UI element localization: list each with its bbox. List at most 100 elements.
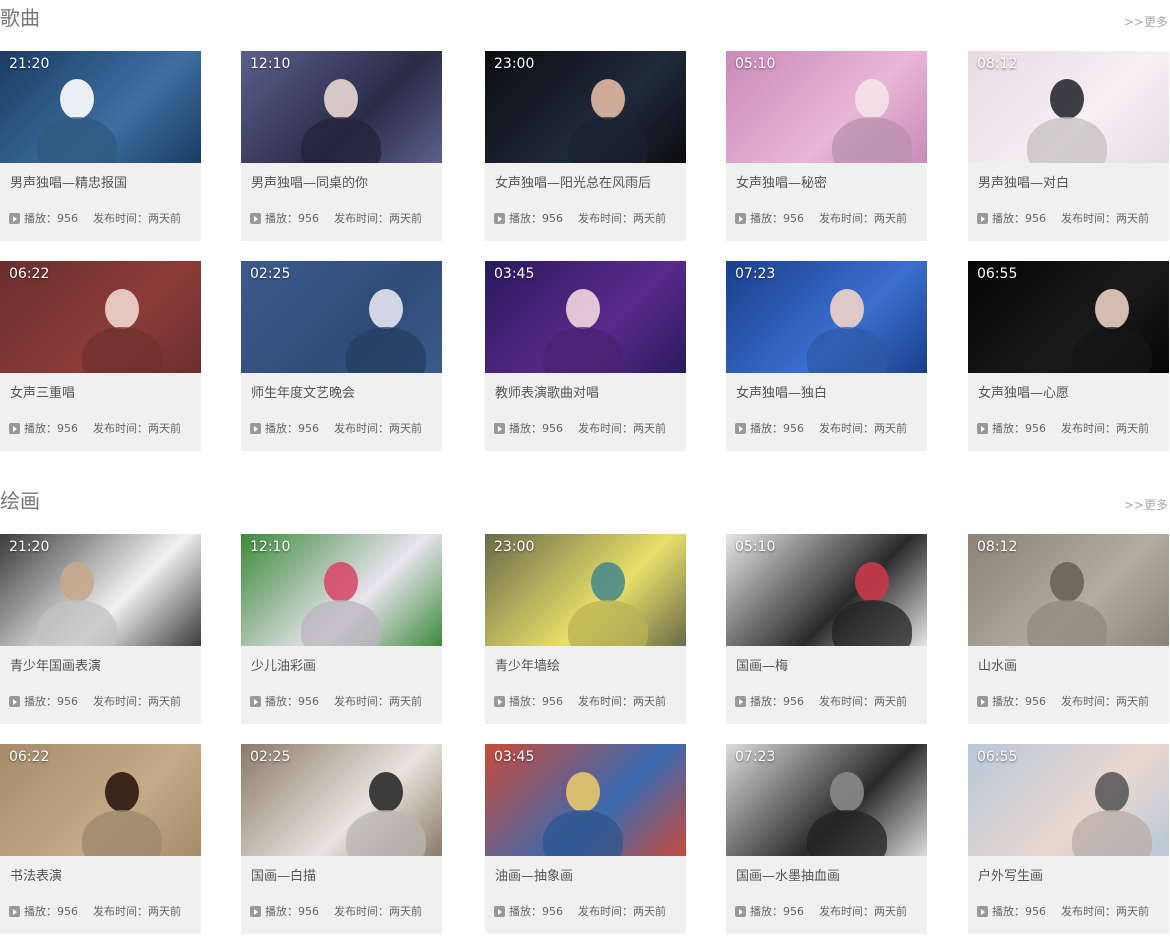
thumbnail[interactable]: 06:55	[968, 744, 1169, 856]
publish-time: 发布时间：两天前	[1061, 695, 1149, 708]
publish-time: 发布时间：两天前	[819, 212, 907, 225]
video-title[interactable]: 青少年墙绘	[495, 659, 560, 675]
video-title[interactable]: 教师表演歌曲对唱	[495, 386, 599, 402]
video-card[interactable]: 06:55 女声独唱—心愿 播放：956 发布时间：两天前	[968, 261, 1169, 451]
video-card[interactable]: 05:10 女声独唱—秘密播放：956 发布时间：两天前	[726, 51, 927, 241]
thumbnail[interactable]: 07:23	[726, 261, 927, 373]
duration-label: 03:45	[494, 266, 535, 282]
publish-time: 发布时间：两天前	[93, 212, 181, 225]
thumbnail-subject	[855, 79, 889, 119]
video-title[interactable]: 少儿油彩画	[251, 659, 316, 675]
video-title[interactable]: 女声独唱—阳光总在风雨后	[495, 176, 651, 192]
thumbnail[interactable]: 08:12	[968, 534, 1169, 646]
duration-label: 23:00	[494, 56, 535, 72]
video-card[interactable]: 02:25 师生年度文艺晚会 播放：956 发布时间：两天前	[241, 261, 442, 451]
duration-label: 02:25	[250, 749, 291, 765]
video-title[interactable]: 男声独唱—对白	[978, 176, 1069, 192]
thumbnail[interactable]: 07:23	[726, 744, 927, 856]
publish-time: 发布时间：两天前	[819, 695, 907, 708]
thumbnail[interactable]: 06:22	[0, 744, 201, 856]
thumbnail[interactable]: 21:20	[0, 51, 201, 163]
thumbnail[interactable]: 23:00	[485, 51, 686, 163]
video-title[interactable]: 女声独唱—独白	[736, 386, 827, 402]
video-title[interactable]: 女声独唱—心愿	[978, 386, 1069, 402]
video-card[interactable]: 03:45 油画—抽象画 播放：956 发布时间：两天前	[485, 744, 686, 934]
thumbnail[interactable]: 08:12	[968, 51, 1169, 163]
video-card[interactable]: 02:25 国画—白描 播放：956 发布时间：两天前	[241, 744, 442, 934]
video-card[interactable]: 06:22 女声三重唱播放：956 发布时间：两天前	[0, 261, 201, 451]
video-card[interactable]: 06:22 书法表演播放：956 发布时间：两天前	[0, 744, 201, 934]
thumbnail-subject	[1050, 562, 1084, 602]
video-card[interactable]: 07:23 国画—水墨抽血画播放：956 发布时间：两天前	[726, 744, 927, 934]
duration-label: 21:20	[9, 56, 50, 72]
video-title[interactable]: 男声独唱—同桌的你	[251, 176, 368, 192]
video-title[interactable]: 油画—抽象画	[495, 869, 573, 885]
thumbnail[interactable]: 05:10	[726, 51, 927, 163]
publish-time: 发布时间：两天前	[819, 422, 907, 435]
video-meta: 播放：956 发布时间：两天前	[494, 695, 666, 708]
video-card[interactable]: 06:55 户外写生画 播放：956 发布时间：两天前	[968, 744, 1169, 934]
video-meta: 播放：956 发布时间：两天前	[250, 695, 422, 708]
thumbnail[interactable]: 21:20	[0, 534, 201, 646]
play-icon	[494, 696, 505, 708]
video-card[interactable]: 07:23 女声独唱—独白 播放：956 发布时间：两天前	[726, 261, 927, 451]
video-card[interactable]: 08:12 男声独唱—对白播放：956 发布时间：两天前	[968, 51, 1169, 241]
video-card[interactable]: 23:00 女声独唱—阳光总在风雨后 播放：956 发布时间：两天前	[485, 51, 686, 241]
more-link[interactable]: >>更多	[1124, 16, 1168, 28]
play-icon	[977, 423, 988, 435]
video-title[interactable]: 师生年度文艺晚会	[251, 386, 355, 402]
thumbnail[interactable]: 06:22	[0, 261, 201, 373]
duration-label: 06:22	[9, 749, 50, 765]
video-meta: 播放：956 发布时间：两天前	[494, 422, 666, 435]
thumbnail-subject	[1050, 79, 1084, 119]
video-title[interactable]: 国画—梅	[736, 659, 788, 675]
thumbnail-subject	[60, 79, 94, 119]
video-card[interactable]: 12:10 男声独唱—同桌的你 播放：956 发布时间：两天前	[241, 51, 442, 241]
thumbnail[interactable]: 03:45	[485, 261, 686, 373]
thumbnail[interactable]: 23:00	[485, 534, 686, 646]
video-card[interactable]: 21:20 男声独唱—精忠报国 播放：956 发布时间：两天前	[0, 51, 201, 241]
video-card[interactable]: 12:10 少儿油彩画播放：956 发布时间：两天前	[241, 534, 442, 724]
duration-label: 21:20	[9, 539, 50, 555]
publish-time: 发布时间：两天前	[93, 422, 181, 435]
video-card[interactable]: 08:12 山水画 播放：956 发布时间：两天前	[968, 534, 1169, 724]
video-card[interactable]: 03:45 教师表演歌曲对唱播放：956 发布时间：两天前	[485, 261, 686, 451]
thumbnail[interactable]: 12:10	[241, 534, 442, 646]
video-title[interactable]: 女声独唱—秘密	[736, 176, 827, 192]
video-card[interactable]: 21:20 青少年国画表演 播放：956 发布时间：两天前	[0, 534, 201, 724]
video-title[interactable]: 女声三重唱	[10, 386, 75, 402]
video-meta: 播放：956 发布时间：两天前	[735, 905, 907, 918]
thumbnail-subject	[855, 562, 889, 602]
more-link[interactable]: >>更多	[1124, 499, 1168, 511]
thumbnail[interactable]: 02:25	[241, 744, 442, 856]
publish-time: 发布时间：两天前	[819, 905, 907, 918]
thumbnail-subject	[324, 79, 358, 119]
publish-time: 发布时间：两天前	[578, 212, 666, 225]
video-title[interactable]: 国画—水墨抽血画	[736, 869, 840, 885]
duration-label: 08:12	[977, 56, 1018, 72]
thumbnail-subject	[566, 772, 600, 812]
video-title[interactable]: 国画—白描	[251, 869, 316, 885]
thumbnail[interactable]: 02:25	[241, 261, 442, 373]
video-meta: 播放：956 发布时间：两天前	[9, 905, 181, 918]
video-title[interactable]: 山水画	[978, 659, 1017, 675]
publish-time: 发布时间：两天前	[93, 905, 181, 918]
video-card[interactable]: 05:10 国画—梅 播放：956 发布时间：两天前	[726, 534, 927, 724]
play-icon	[735, 906, 746, 918]
video-title[interactable]: 户外写生画	[978, 869, 1043, 885]
video-title[interactable]: 青少年国画表演	[10, 659, 101, 675]
thumbnail[interactable]: 03:45	[485, 744, 686, 856]
thumbnail[interactable]: 12:10	[241, 51, 442, 163]
thumbnail[interactable]: 05:10	[726, 534, 927, 646]
video-card[interactable]: 23:00 青少年墙绘播放：956 发布时间：两天前	[485, 534, 686, 724]
section-title: 歌曲	[0, 6, 40, 30]
video-title[interactable]: 书法表演	[10, 869, 62, 885]
thumbnail[interactable]: 06:55	[968, 261, 1169, 373]
play-count: 播放：956	[24, 422, 78, 435]
thumbnail-subject	[566, 289, 600, 329]
video-title[interactable]: 男声独唱—精忠报国	[10, 176, 127, 192]
play-count: 播放：956	[509, 422, 563, 435]
video-meta: 播放：956 发布时间：两天前	[977, 212, 1149, 225]
duration-label: 05:10	[735, 539, 776, 555]
play-count: 播放：956	[750, 212, 804, 225]
